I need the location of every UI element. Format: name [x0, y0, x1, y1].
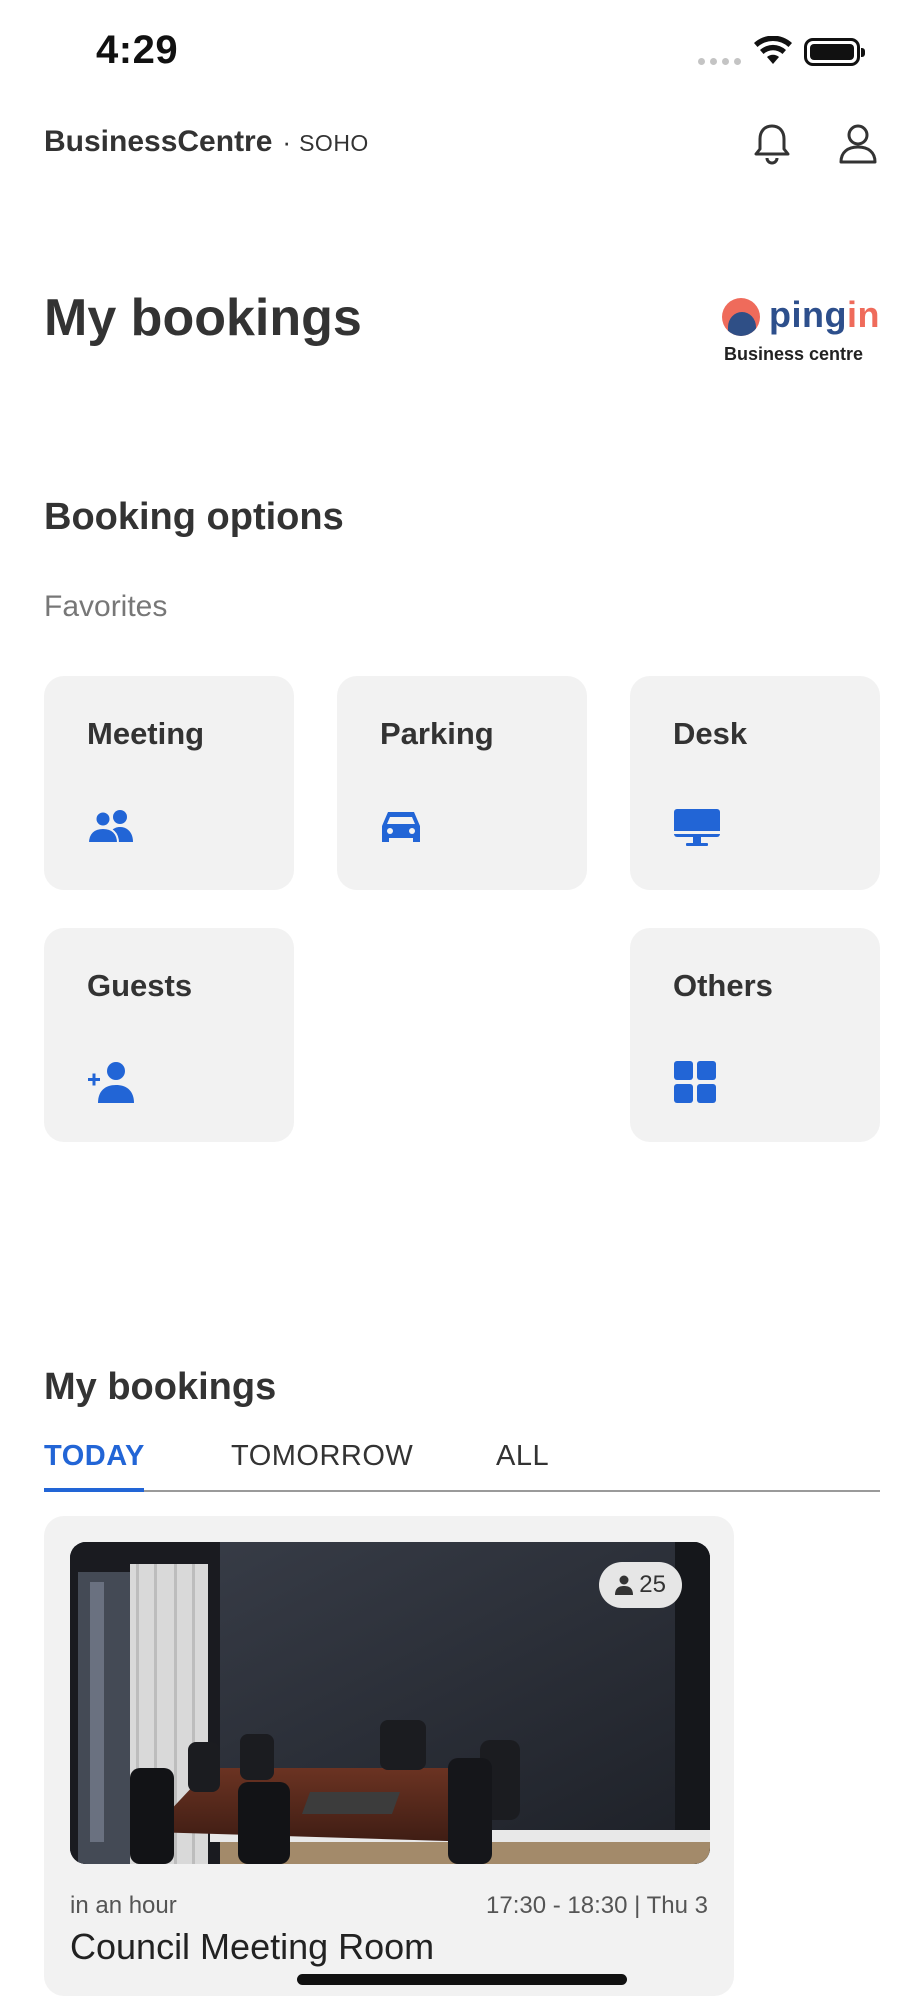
- car-icon: [382, 812, 420, 842]
- status-bar: 4:29: [0, 0, 924, 100]
- guests-tile[interactable]: Guests: [44, 928, 294, 1142]
- profile-icon[interactable]: [838, 122, 878, 166]
- battery-icon: [804, 38, 865, 66]
- meeting-tile[interactable]: Meeting: [44, 676, 294, 890]
- add-person-icon: [88, 1062, 134, 1103]
- cellular-signal-icon: [698, 58, 741, 65]
- person-icon: [615, 1575, 634, 1595]
- brand-name[interactable]: BusinessCentre: [44, 125, 272, 159]
- parking-tile[interactable]: Parking: [337, 676, 587, 890]
- booking-tabs: TODAY TOMORROW ALL: [44, 1440, 880, 1492]
- status-time: 4:29: [96, 28, 179, 72]
- desktop-icon: [674, 809, 720, 846]
- bell-icon[interactable]: [752, 122, 792, 166]
- app-header: BusinessCentre · SOHO: [44, 125, 369, 159]
- booking-options-title: Booking options: [44, 496, 344, 538]
- others-tile[interactable]: Others: [630, 928, 880, 1142]
- people-icon: [87, 810, 133, 844]
- tile-label: Meeting: [87, 716, 205, 751]
- tab-all[interactable]: ALL: [496, 1440, 549, 1473]
- booking-time-range: 17:30 - 18:30 | Thu 3: [486, 1892, 708, 1919]
- capacity-badge: 25: [599, 1562, 682, 1608]
- location-label[interactable]: SOHO: [299, 130, 369, 157]
- my-bookings-title: My bookings: [44, 1366, 277, 1408]
- home-indicator[interactable]: [297, 1974, 627, 1985]
- room-photo: 25: [70, 1542, 710, 1864]
- tile-label: Desk: [673, 716, 748, 751]
- tile-label: Parking: [380, 716, 494, 751]
- favorites-label: Favorites: [44, 590, 168, 623]
- grid-icon: [674, 1061, 716, 1103]
- wifi-icon: [754, 36, 792, 64]
- desk-tile[interactable]: Desk: [630, 676, 880, 890]
- booking-card[interactable]: 25 in an hour 17:30 - 18:30 | Thu 3 Coun…: [44, 1516, 734, 1996]
- tile-label: Guests: [87, 968, 193, 1003]
- brand-separator: ·: [282, 127, 292, 157]
- booking-relative-time: in an hour: [70, 1892, 177, 1919]
- tab-tomorrow[interactable]: TOMORROW: [231, 1440, 413, 1473]
- page-title: My bookings: [44, 289, 362, 347]
- active-tab-indicator: [44, 1488, 144, 1492]
- capacity-count: 25: [639, 1571, 666, 1598]
- tab-today[interactable]: TODAY: [44, 1440, 145, 1473]
- tile-label: Others: [673, 968, 773, 1003]
- business-logo: pingin Business centre: [722, 294, 880, 364]
- booking-room-name: Council Meeting Room: [70, 1926, 435, 1967]
